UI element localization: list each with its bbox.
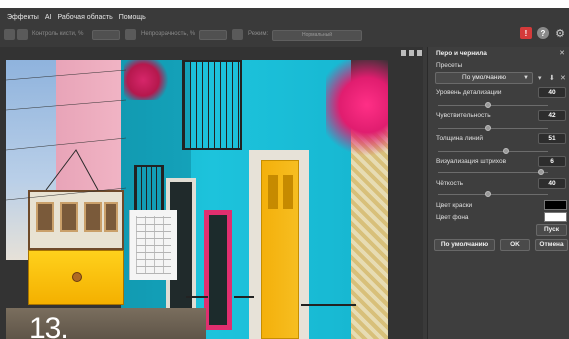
photo-canvas[interactable]	[6, 60, 388, 339]
ink-color-label: Цвет краски	[436, 202, 473, 209]
detail-slider-knob[interactable]	[484, 102, 491, 108]
close-icon[interactable]: ✕	[559, 49, 565, 57]
mode-label: Режим:	[248, 31, 269, 37]
step-number: 13.	[29, 312, 69, 339]
alert-icon[interactable]: !	[520, 27, 532, 39]
bg-color-label: Цвет фона	[436, 214, 469, 221]
download-icon[interactable]: ⬇	[549, 74, 555, 82]
preset-value: По умолчанию	[462, 74, 506, 81]
doc-icons	[401, 50, 422, 56]
sensitivity-value[interactable]: 42	[538, 110, 566, 121]
mode-select[interactable]: Нормальный	[272, 30, 362, 41]
grid-icon[interactable]	[409, 50, 414, 56]
line-thickness-slider-knob[interactable]	[503, 148, 510, 154]
detail-value[interactable]: 40	[538, 87, 566, 98]
title-icons: ! ? ⚙	[520, 27, 566, 40]
stroke-visual-value[interactable]: 6	[538, 156, 566, 167]
preset-select[interactable]: По умолчанию ▼	[435, 72, 533, 84]
cancel-button[interactable]: Отмена	[535, 239, 568, 251]
delete-icon[interactable]: ✕	[560, 74, 566, 82]
document-icon[interactable]	[401, 50, 406, 56]
brush-size-field[interactable]	[92, 30, 120, 40]
effect-panel: Перо и чернила ✕ Пресеты По умолчанию ▼ …	[427, 47, 569, 339]
detail-label: Уровень детализации	[436, 89, 502, 96]
menu-bar: Эффекты AI Рабочая область Помощь	[0, 8, 569, 26]
line-thickness-slider[interactable]	[438, 148, 548, 154]
menu-workspace[interactable]: Рабочая область	[57, 14, 112, 21]
sharpness-slider-knob[interactable]	[484, 191, 491, 197]
tram-wires	[6, 69, 127, 201]
detail-slider[interactable]	[438, 102, 548, 108]
menu-help[interactable]: Помощь	[119, 14, 146, 21]
sharpness-label: Чёткость	[436, 180, 464, 187]
line-thickness-value[interactable]: 51	[538, 133, 566, 144]
line-thickness-label: Толщина линий	[436, 135, 483, 142]
canvas-area[interactable]: 13.	[0, 47, 423, 339]
panel-title: Перо и чернила	[436, 50, 487, 57]
ok-button[interactable]: OK	[500, 239, 530, 251]
tool-icon[interactable]	[4, 29, 15, 40]
menu-effects[interactable]: Эффекты	[7, 14, 39, 21]
sensitivity-slider[interactable]	[438, 125, 548, 131]
save-preset-icon[interactable]: ▾	[538, 74, 542, 82]
sensitivity-slider-knob[interactable]	[484, 125, 491, 131]
brush-icon[interactable]	[17, 29, 28, 40]
settings-icon[interactable]: ⚙	[554, 27, 566, 40]
help-icon[interactable]: ?	[537, 27, 549, 39]
brush-tool-icon[interactable]	[125, 29, 136, 40]
layout-icon[interactable]	[417, 50, 422, 56]
transparency-label: Непрозрачность, %	[141, 31, 196, 37]
sharpness-slider[interactable]	[438, 191, 548, 197]
eraser-icon[interactable]	[232, 29, 243, 40]
menu-ai[interactable]: AI	[45, 14, 52, 21]
app-window: Эффекты AI Рабочая область Помощь Контро…	[0, 8, 569, 339]
stroke-visual-slider-knob[interactable]	[538, 169, 545, 175]
transparency-field[interactable]	[199, 30, 227, 40]
stroke-visual-label: Визуализация штрихов	[436, 158, 507, 165]
brush-size-label: Контроль кисти, %	[32, 31, 84, 37]
ink-color-swatch[interactable]	[544, 200, 567, 210]
stroke-visual-slider[interactable]	[438, 169, 548, 175]
chevron-down-icon: ▼	[523, 75, 529, 81]
presets-label: Пресеты	[436, 62, 463, 69]
toolbar: Контроль кисти, % Непрозрачность, % Режи…	[0, 26, 569, 44]
default-button[interactable]: По умолчанию	[434, 239, 495, 251]
bg-color-swatch[interactable]	[544, 212, 567, 222]
sensitivity-label: Чувствительность	[436, 112, 491, 119]
run-button[interactable]: Пуск	[536, 224, 567, 236]
sharpness-value[interactable]: 40	[538, 178, 566, 189]
